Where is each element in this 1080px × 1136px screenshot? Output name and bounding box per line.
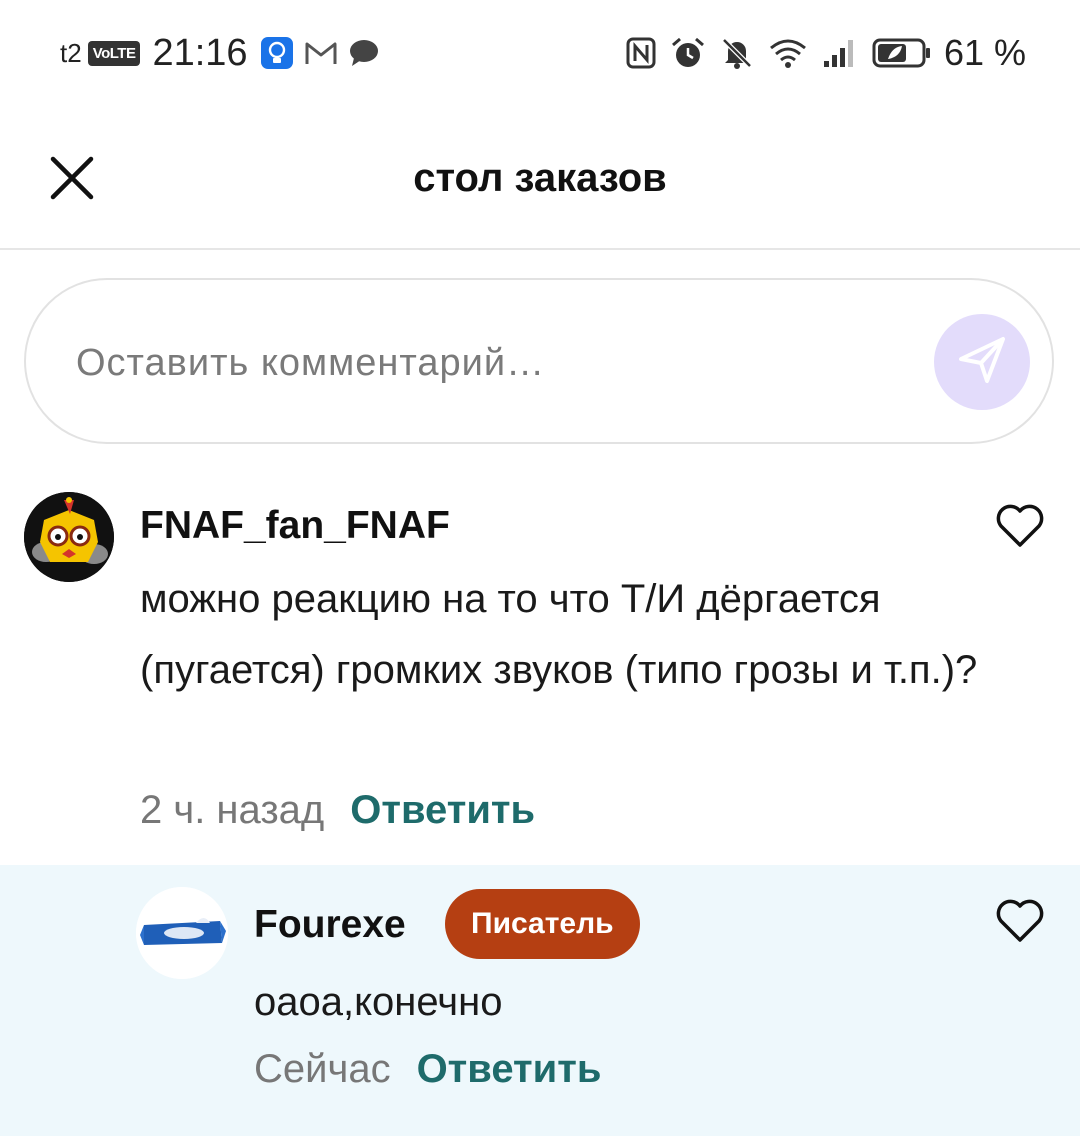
- volte-badge: VoLTE: [87, 40, 141, 66]
- gmail-icon: [304, 39, 338, 67]
- writer-badge: Писатель: [445, 889, 640, 959]
- clock: 21:16: [152, 31, 248, 74]
- status-bar-right: 61 %: [612, 30, 1026, 76]
- comment-author[interactable]: Fourexe: [254, 903, 406, 947]
- comment-author[interactable]: FNAF_fan_FNAF: [140, 504, 450, 548]
- avatar[interactable]: [24, 492, 114, 582]
- wifi-icon: [768, 36, 808, 70]
- comment-meta: Сейчас Ответить: [254, 1047, 601, 1092]
- reply-item: Fourexe Писатель оаоа,конечно Сейчас Отв…: [0, 865, 1080, 1136]
- send-icon: [955, 333, 1009, 392]
- status-bar: t2 VoLTE 21:16 61 %: [0, 0, 1080, 110]
- avatar[interactable]: [136, 887, 228, 979]
- comment-meta: 2 ч. назад Ответить: [140, 788, 535, 833]
- heart-outline-icon: [995, 898, 1045, 949]
- battery-percent: 61 %: [943, 32, 1026, 73]
- reply-button[interactable]: Ответить: [417, 1047, 602, 1092]
- comment-timestamp: 2 ч. назад: [140, 788, 325, 832]
- heart-outline-icon: [995, 503, 1045, 554]
- alarm-icon: [670, 36, 706, 70]
- comment-text: можно реакцию на то что Т/И дёргается (п…: [140, 577, 978, 692]
- carrier-label: t2: [60, 37, 82, 68]
- comment-text: оаоа,конечно: [254, 980, 503, 1024]
- like-button[interactable]: [994, 504, 1046, 552]
- comment-input[interactable]: [74, 334, 898, 392]
- reply-button[interactable]: Ответить: [350, 788, 535, 833]
- chat-bubble-icon: [348, 38, 380, 68]
- battery-icon: [872, 37, 932, 69]
- send-button[interactable]: [934, 314, 1030, 410]
- status-bar-left: t2 VoLTE 21:16: [60, 30, 390, 76]
- lightbulb-app-icon: [260, 36, 294, 70]
- like-button[interactable]: [994, 899, 1046, 947]
- comment-box: [24, 278, 1054, 444]
- page-title: стол заказов: [413, 156, 667, 200]
- comment-timestamp: Сейчас: [254, 1047, 391, 1091]
- nfc-icon: [626, 37, 656, 69]
- comment-item: FNAF_fan_FNAF можно реакцию на то что Т/…: [0, 470, 1080, 865]
- mute-icon: [720, 36, 754, 70]
- signal-icon: [822, 37, 858, 69]
- header: стол заказов: [0, 110, 1080, 250]
